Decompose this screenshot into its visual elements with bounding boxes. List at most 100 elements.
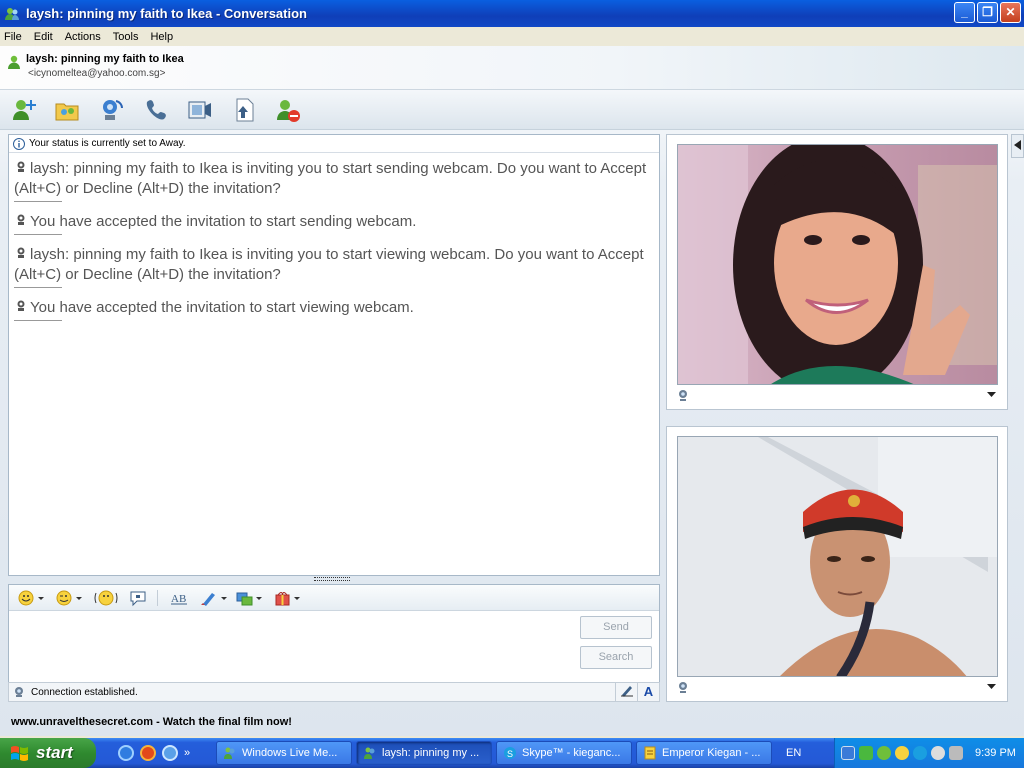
advertisement-link[interactable]: www.unravelthesecret.com - Watch the fin… [11, 716, 292, 728]
search-button[interactable]: Search [580, 646, 652, 669]
webcam-icon [679, 390, 687, 401]
menu-bar: File Edit Actions Tools Help [0, 27, 1024, 46]
menu-actions[interactable]: Actions [65, 31, 101, 43]
message-item: You have accepted the invitation to star… [14, 212, 654, 232]
nudge-icon[interactable] [93, 589, 119, 607]
chevron-down-icon[interactable] [987, 392, 996, 398]
message-text: laysh: pinning my faith to Ikea is invit… [14, 160, 647, 197]
conversation-history[interactable]: Your status is currently set to Away. la… [8, 134, 660, 576]
webcam-invite-icon [17, 247, 25, 258]
send-file-icon[interactable] [231, 96, 259, 124]
quick-launch: » [118, 745, 216, 761]
message-item: You have accepted the invitation to star… [14, 298, 654, 318]
message-item: laysh: pinning my faith to Ikea is invit… [14, 245, 654, 285]
menu-edit[interactable]: Edit [34, 31, 53, 43]
window-title: laysh: pinning my faith to Ikea - Conver… [26, 6, 307, 21]
task-label: laysh: pinning my ... [382, 747, 480, 759]
webcam-invite-icon [17, 214, 25, 225]
search-icon[interactable] [162, 745, 178, 761]
taskbar-item-windows-live-messenger[interactable]: Windows Live Me... [216, 741, 352, 765]
wink-icon[interactable] [55, 589, 83, 607]
webcam-icon [679, 682, 687, 693]
chevron-down-icon[interactable] [987, 684, 996, 690]
security-shield-icon[interactable] [859, 746, 873, 760]
clock[interactable]: 9:39 PM [975, 747, 1016, 759]
messenger-buddy-icon [5, 7, 19, 20]
message-separator [14, 320, 62, 321]
background-brush-icon[interactable] [199, 589, 229, 607]
remote-webcam-feed [678, 145, 997, 384]
firefox-icon[interactable] [140, 745, 156, 761]
svg-text:AB: AB [171, 593, 186, 605]
message-list: laysh: pinning my faith to Ikea is invit… [9, 153, 659, 337]
task-label: Windows Live Me... [242, 747, 338, 759]
contact-header: laysh: pinning my faith to Ikea <icynome… [0, 46, 1024, 90]
windows-taskbar: start » Windows Live Me... laysh: pinnin… [0, 738, 1024, 768]
resize-grip[interactable] [314, 577, 350, 581]
emoticon-icon[interactable] [17, 589, 45, 607]
skype-tray-icon[interactable] [913, 746, 927, 760]
settings-tray-icon[interactable] [949, 746, 963, 760]
webcam-status-icon [15, 687, 23, 697]
tray-expand-icon[interactable] [841, 746, 855, 760]
voice-clip-icon[interactable] [129, 589, 149, 607]
messenger-tray-icon[interactable] [877, 746, 891, 760]
taskbar-item-skype[interactable]: S Skype™ - kieganc... [496, 741, 632, 765]
taskbar-item-emperor-kiegan[interactable]: Emperor Kiegan - ... [636, 741, 772, 765]
volume-tray-icon[interactable] [931, 746, 945, 760]
formatting-toolbar: AB [9, 585, 659, 611]
toolbar-divider [157, 590, 158, 606]
chevron-left-icon [1013, 140, 1021, 150]
remote-webcam-footer [677, 387, 998, 405]
gift-icon[interactable] [273, 589, 303, 607]
internet-explorer-icon[interactable] [118, 745, 134, 761]
menu-file[interactable]: File [4, 31, 22, 43]
maximize-button[interactable]: ❐ [977, 2, 998, 23]
connection-status-text: Connection established. [31, 686, 138, 698]
contact-name[interactable]: laysh: pinning my faith to Ikea [26, 53, 184, 65]
message-text: You have accepted the invitation to star… [30, 213, 417, 230]
network-tray-icon[interactable] [895, 746, 909, 760]
invite-contact-icon[interactable] [10, 96, 38, 124]
phone-call-icon[interactable] [142, 96, 170, 124]
conversation-window: laysh: pinning my faith to Ikea <icynome… [0, 46, 1024, 736]
language-indicator[interactable]: EN [786, 747, 801, 759]
away-status-notice: Your status is currently set to Away. [9, 135, 659, 153]
menu-tools[interactable]: Tools [113, 31, 139, 43]
webcam-invite-icon [17, 300, 25, 311]
conversation-toolbar [0, 90, 1024, 130]
message-separator [14, 234, 62, 235]
minimize-button[interactable]: _ [954, 2, 975, 23]
font-button[interactable]: A [637, 683, 659, 701]
start-button[interactable]: start [0, 738, 96, 768]
local-webcam-panel [666, 426, 1008, 702]
remote-webcam-video[interactable] [677, 144, 998, 385]
quick-launch-more-icon[interactable]: » [184, 747, 190, 759]
info-icon [13, 137, 25, 150]
collapse-side-panel-button[interactable] [1011, 134, 1024, 158]
contact-email: <icynomeltea@yahoo.com.sg> [28, 68, 166, 79]
local-webcam-footer [677, 679, 998, 697]
block-icon[interactable] [274, 96, 302, 124]
handwriting-button[interactable] [615, 683, 637, 701]
task-label: Emperor Kiegan - ... [662, 747, 761, 759]
connection-status-bar: Connection established. A [8, 682, 660, 702]
local-webcam-video[interactable] [677, 436, 998, 677]
svg-text:S: S [507, 749, 513, 759]
browser-page-icon [644, 746, 656, 760]
font-style-icon[interactable]: AB [169, 589, 191, 607]
send-button[interactable]: Send [580, 616, 652, 639]
taskbar-item-conversation[interactable]: laysh: pinning my ... [356, 741, 492, 765]
message-separator [14, 201, 62, 202]
webcam-call-icon[interactable] [97, 96, 125, 124]
pen-icon [620, 686, 633, 697]
webcam-invite-icon [17, 161, 25, 172]
share-folder-icon[interactable] [53, 96, 81, 124]
local-webcam-feed [678, 437, 997, 676]
menu-help[interactable]: Help [150, 31, 173, 43]
video-icon[interactable] [186, 96, 214, 124]
message-text: You have accepted the invitation to star… [30, 299, 414, 316]
message-input[interactable] [9, 611, 569, 683]
close-button[interactable]: ✕ [1000, 2, 1021, 23]
activities-icon[interactable] [235, 589, 265, 607]
